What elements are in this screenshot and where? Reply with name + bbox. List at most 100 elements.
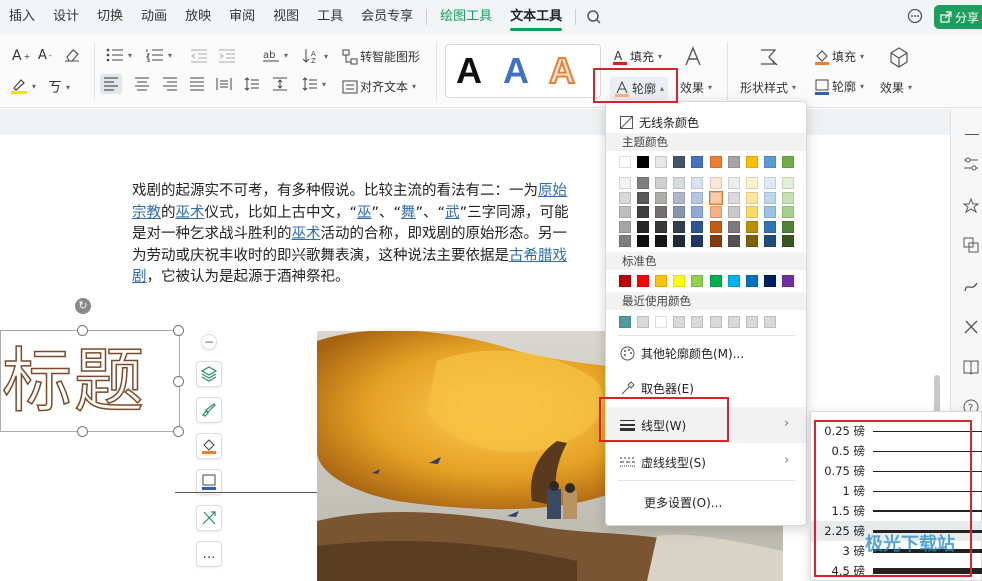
theme-color-swatch[interactable]: [637, 156, 650, 168]
theme-shade-swatch[interactable]: [673, 235, 686, 247]
theme-shade-swatch[interactable]: [673, 191, 686, 204]
justify-icon[interactable]: [189, 77, 205, 91]
transform-icon[interactable]: [963, 237, 979, 253]
standard-color-swatch[interactable]: [763, 275, 776, 287]
recent-color-swatch[interactable]: [619, 316, 631, 328]
theme-shade-swatch[interactable]: [655, 220, 668, 233]
rotate-handle[interactable]: ↻: [75, 298, 91, 314]
theme-shade-swatch[interactable]: [673, 177, 686, 189]
numbered-list-button[interactable]: ▾: [146, 48, 172, 62]
properties-icon[interactable]: [963, 156, 979, 172]
theme-shade-swatch[interactable]: [781, 206, 794, 218]
theme-color-swatch[interactable]: [763, 156, 776, 168]
theme-shade-swatch[interactable]: [637, 235, 650, 247]
recent-color-swatch[interactable]: [709, 316, 722, 328]
collapse-button[interactable]: −: [201, 334, 217, 350]
sort-button[interactable]: A Z ▾: [302, 48, 328, 64]
style-blue-a[interactable]: A: [503, 47, 529, 95]
theme-shade-swatch[interactable]: [727, 177, 740, 189]
align-right-icon[interactable]: [162, 77, 178, 91]
tab-transition[interactable]: 切换: [88, 0, 132, 34]
theme-shade-swatch[interactable]: [691, 191, 704, 204]
no-line-color-item[interactable]: 无线条颜色: [620, 114, 699, 131]
theme-shade-swatch[interactable]: [637, 191, 650, 204]
link-witchcraft-2[interactable]: 巫术: [292, 226, 321, 242]
theme-shade-swatch[interactable]: [745, 220, 758, 233]
standard-color-swatch[interactable]: [655, 275, 668, 287]
theme-shade-swatch[interactable]: [691, 235, 704, 247]
align-left-button[interactable]: [100, 74, 122, 94]
increase-indent-icon[interactable]: [218, 49, 236, 63]
theme-color-swatch[interactable]: [745, 156, 758, 168]
font-shrink-button[interactable]: A-: [38, 48, 52, 63]
theme-color-swatch[interactable]: [619, 156, 631, 168]
layers-button[interactable]: [196, 361, 222, 387]
theme-shade-swatch[interactable]: [781, 235, 794, 247]
theme-color-swatch[interactable]: [709, 156, 722, 168]
standard-color-swatch[interactable]: [781, 275, 794, 287]
bullet-list-button[interactable]: ▾: [106, 48, 132, 62]
standard-color-swatch[interactable]: [745, 275, 758, 287]
tab-drawing-tools[interactable]: 绘图工具: [431, 0, 501, 34]
resize-handle[interactable]: [173, 325, 184, 336]
text-fill-button[interactable]: A 填充 ▾: [612, 48, 662, 65]
dash-style-item[interactable]: 虚线线型(S): [620, 454, 706, 471]
recent-color-swatch[interactable]: [745, 316, 758, 328]
style-black-a[interactable]: A: [456, 47, 482, 95]
recent-color-swatch[interactable]: [673, 316, 686, 328]
theme-shade-swatch[interactable]: [655, 177, 668, 189]
resize-handle[interactable]: [77, 325, 88, 336]
theme-shade-swatch[interactable]: [673, 220, 686, 233]
tab-tools[interactable]: 工具: [308, 0, 352, 34]
theme-shade-swatch[interactable]: [781, 177, 794, 189]
align-text-button[interactable]: 对齐文本 ▾: [342, 78, 416, 95]
theme-shade-swatch[interactable]: [691, 206, 704, 218]
theme-shade-swatch[interactable]: [691, 220, 704, 233]
star-icon[interactable]: [963, 198, 979, 214]
standard-color-swatch[interactable]: [727, 275, 740, 287]
theme-shade-swatch[interactable]: [709, 220, 722, 233]
recent-color-swatch[interactable]: [763, 316, 776, 328]
theme-color-swatch[interactable]: [727, 156, 740, 168]
resize-handle[interactable]: [173, 426, 184, 437]
tab-text-tools[interactable]: 文本工具: [501, 0, 571, 34]
theme-shade-swatch[interactable]: [637, 206, 650, 218]
theme-shade-swatch[interactable]: [655, 191, 668, 204]
theme-shade-swatch[interactable]: [709, 177, 722, 189]
theme-shade-swatch[interactable]: [781, 191, 794, 204]
resize-handle[interactable]: [173, 376, 184, 387]
more-outline-colors-item[interactable]: 其他轮廓颜色(M)...: [620, 345, 744, 362]
style-brush-button[interactable]: [196, 397, 222, 423]
standard-color-swatch[interactable]: [709, 275, 722, 287]
theme-shade-swatch[interactable]: [655, 235, 668, 247]
cloud-status-icon[interactable]: [906, 8, 924, 24]
phonetic-button[interactable]: ㄎ ▾: [48, 77, 70, 97]
font-grow-button[interactable]: A +: [12, 48, 30, 64]
theme-shade-swatch[interactable]: [619, 220, 631, 233]
theme-shade-swatch[interactable]: [655, 206, 668, 218]
theme-shade-swatch[interactable]: [763, 206, 776, 218]
tools-button[interactable]: [196, 505, 222, 531]
theme-shade-swatch[interactable]: [745, 206, 758, 218]
recent-color-swatch[interactable]: [637, 316, 650, 328]
theme-shade-swatch[interactable]: [745, 177, 758, 189]
theme-shade-swatch[interactable]: [763, 235, 776, 247]
link-wu-dance[interactable]: 舞: [401, 205, 416, 221]
shape-outline-button[interactable]: 轮廓 ▾: [814, 78, 864, 95]
theme-color-swatch[interactable]: [691, 156, 704, 168]
shape-style-button[interactable]: 形状样式 ▾: [740, 79, 796, 96]
standard-color-swatch[interactable]: [637, 275, 650, 287]
theme-shade-swatch[interactable]: [763, 191, 776, 204]
shape-effect-button[interactable]: 效果 ▾: [880, 79, 912, 96]
book-icon[interactable]: [963, 359, 979, 375]
line-spacing-icon[interactable]: [244, 77, 260, 91]
more-button[interactable]: …: [196, 541, 222, 567]
shape-effect-icon[interactable]: [888, 46, 910, 68]
tab-view[interactable]: 视图: [264, 0, 308, 34]
smart-shape-button[interactable]: 转智能图形: [342, 48, 420, 65]
theme-color-swatch[interactable]: [673, 156, 686, 168]
tab-insert[interactable]: 插入: [0, 0, 44, 34]
tab-design[interactable]: 设计: [44, 0, 88, 34]
theme-shade-swatch[interactable]: [709, 235, 722, 247]
eyedropper-item[interactable]: 取色器(E): [620, 380, 694, 397]
